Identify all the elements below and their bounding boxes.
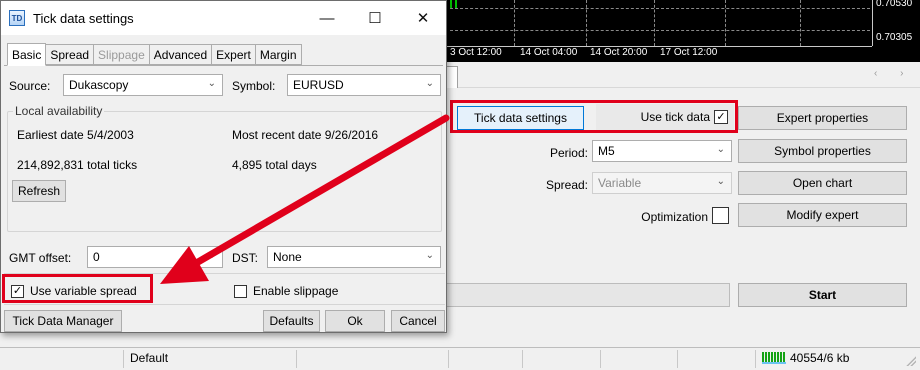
annotation-arrow-icon — [160, 114, 450, 284]
tab-basic[interactable]: Basic — [7, 43, 47, 66]
